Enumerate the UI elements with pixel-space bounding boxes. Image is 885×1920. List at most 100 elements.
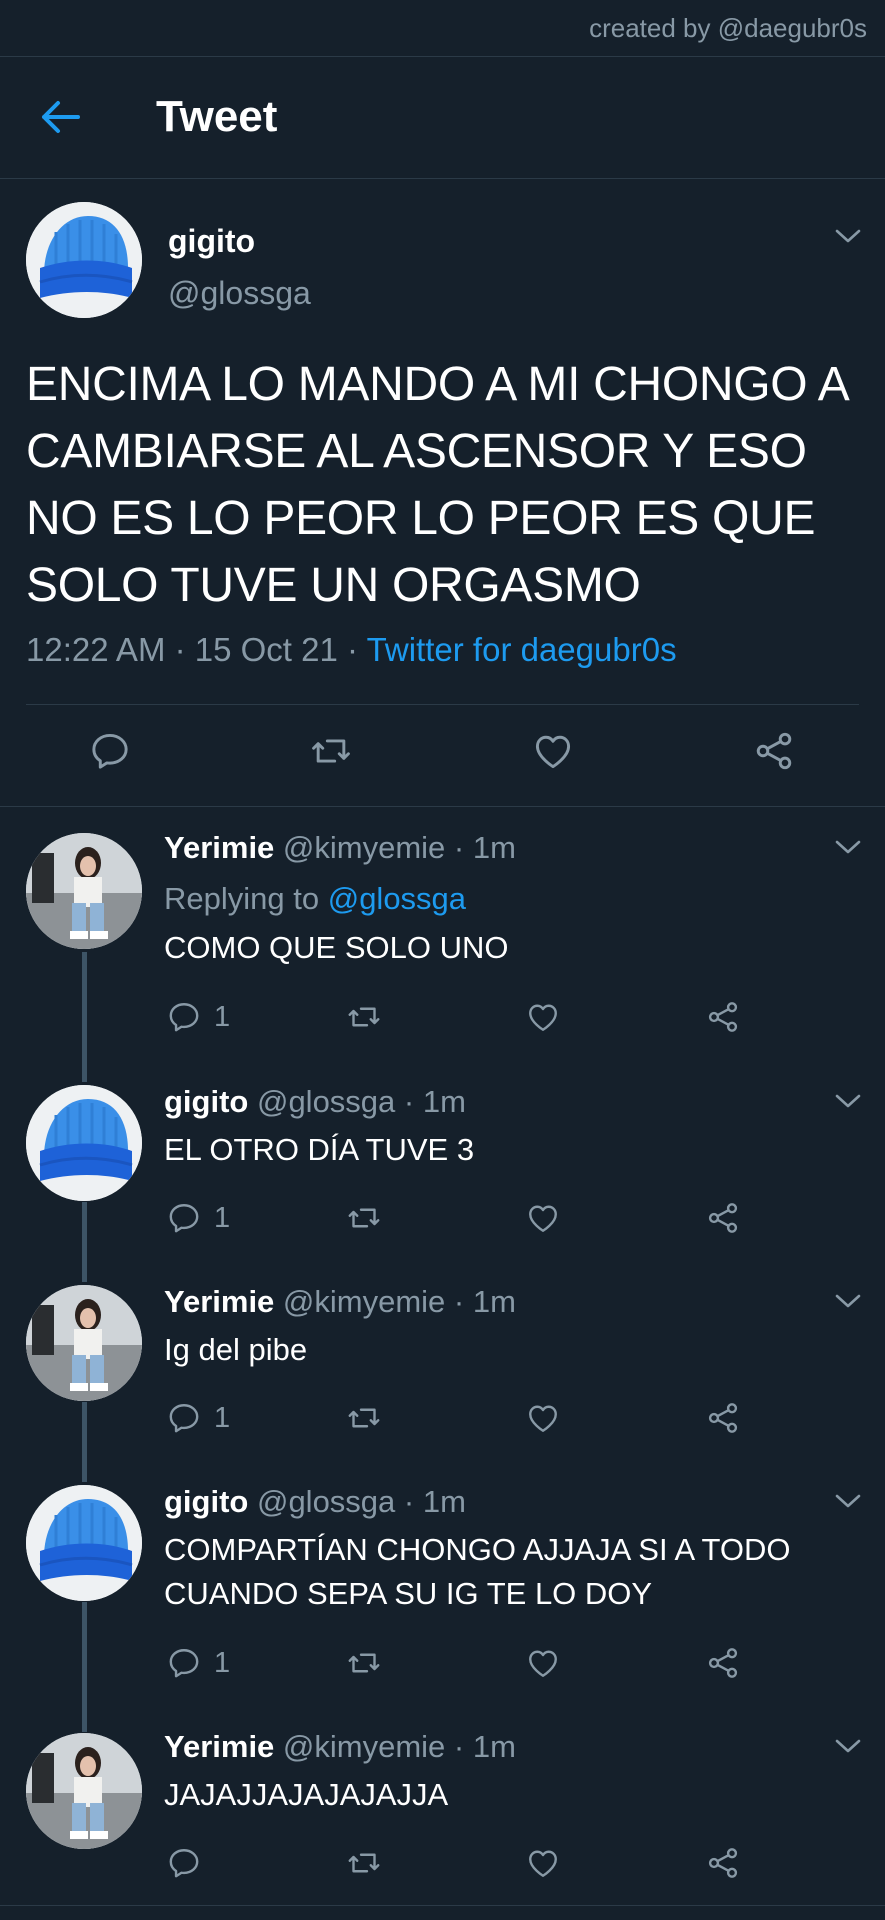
author-name[interactable]: Yerimie — [164, 830, 274, 865]
divider — [0, 1905, 885, 1906]
like-button[interactable] — [525, 1843, 561, 1883]
author-handle-time[interactable]: @kimyemie · 1m — [274, 1284, 516, 1319]
share-button[interactable] — [705, 997, 741, 1037]
avatar[interactable] — [26, 202, 142, 318]
thread-line — [82, 1602, 87, 1732]
author-handle-time[interactable]: @kimyemie · 1m — [274, 830, 516, 865]
like-icon — [525, 1200, 561, 1236]
reply-text: Ig del pibe — [164, 1332, 308, 1367]
main-tweet: gigito @glossga ENCIMA LO MANDO A MI CHO… — [0, 179, 885, 807]
reply-header: Yerimie @kimyemie · 1m — [164, 1729, 516, 1765]
author-handle-time[interactable]: @glossga · 1m — [248, 1084, 466, 1119]
thread-line — [82, 1202, 87, 1282]
retweet-button[interactable] — [346, 997, 382, 1037]
retweet-icon[interactable] — [309, 729, 353, 773]
reply-count: 1 — [214, 1646, 231, 1679]
divider — [26, 704, 859, 705]
retweet-button[interactable] — [346, 1843, 382, 1883]
thread-line — [82, 952, 87, 1082]
beanie-avatar-image — [26, 1085, 142, 1201]
credit-banner: created by @daegubr0s — [0, 0, 885, 57]
like-icon[interactable] — [531, 729, 575, 773]
reply-header: gigito @glossga · 1m — [164, 1084, 466, 1120]
reply-count: 1 — [214, 1401, 231, 1434]
chevron-down-icon[interactable] — [834, 1492, 862, 1510]
beanie-avatar-image — [26, 202, 142, 318]
reply-count: 1 — [214, 1201, 231, 1234]
avatar[interactable] — [26, 833, 142, 949]
retweet-icon — [346, 1200, 382, 1236]
tweet-source-link[interactable]: Twitter for daegubr0s — [367, 631, 677, 668]
retweet-icon — [346, 1400, 382, 1436]
author-name[interactable]: gigito — [164, 1484, 248, 1519]
share-icon — [705, 1400, 741, 1436]
author-name[interactable]: gigito — [168, 223, 255, 260]
author-handle[interactable]: @glossga — [168, 275, 311, 312]
replying-to-label: Replying to — [164, 881, 328, 916]
share-icon — [705, 1645, 741, 1681]
reply-text: EL OTRO DÍA TUVE 3 — [164, 1132, 475, 1167]
author-handle-time[interactable]: @glossga · 1m — [248, 1484, 466, 1519]
reply-icon — [166, 999, 202, 1035]
share-button[interactable] — [705, 1198, 741, 1238]
reply-icon — [166, 1200, 202, 1236]
reply-icon[interactable] — [88, 729, 132, 773]
chevron-down-icon[interactable] — [834, 227, 862, 245]
girl-avatar-image — [26, 1733, 142, 1849]
avatar[interactable] — [26, 1485, 142, 1601]
share-icon — [705, 999, 741, 1035]
author-name[interactable]: Yerimie — [164, 1284, 274, 1319]
share-button[interactable] — [705, 1843, 741, 1883]
like-button[interactable] — [525, 1643, 561, 1683]
reply-header: Yerimie @kimyemie · 1m — [164, 830, 516, 866]
chevron-down-icon[interactable] — [834, 1737, 862, 1755]
replying-to-line: Replying to @glossga — [164, 881, 466, 917]
retweet-button[interactable] — [346, 1198, 382, 1238]
like-icon — [525, 1645, 561, 1681]
reply-header: gigito @glossga · 1m — [164, 1484, 466, 1520]
back-arrow-icon[interactable] — [38, 97, 82, 137]
share-icon — [705, 1845, 741, 1881]
like-icon — [525, 1400, 561, 1436]
reply-icon — [166, 1400, 202, 1436]
tweet-text: ENCIMA LO MANDO A MI CHONGO A CAMBIARSE … — [26, 358, 847, 612]
like-button[interactable] — [525, 1198, 561, 1238]
avatar[interactable] — [26, 1285, 142, 1401]
chevron-down-icon[interactable] — [834, 838, 862, 856]
retweet-button[interactable] — [346, 1643, 382, 1683]
like-icon — [525, 999, 561, 1035]
author-handle-time[interactable]: @kimyemie · 1m — [274, 1729, 516, 1764]
author-name[interactable]: Yerimie — [164, 1729, 274, 1764]
share-icon — [705, 1200, 741, 1236]
avatar[interactable] — [26, 1733, 142, 1849]
reply-button[interactable]: 1 — [166, 1398, 230, 1438]
like-icon — [525, 1845, 561, 1881]
chevron-down-icon[interactable] — [834, 1092, 862, 1110]
thread-line — [82, 1402, 87, 1482]
credit-text: created by @daegubr0s — [589, 12, 867, 43]
reply-text: JAJAJJAJAJAJAJJA — [164, 1777, 449, 1812]
retweet-icon — [346, 1645, 382, 1681]
chevron-down-icon[interactable] — [834, 1292, 862, 1310]
beanie-avatar-image — [26, 1485, 142, 1601]
share-icon[interactable] — [752, 729, 796, 773]
reply-button[interactable]: 1 — [166, 997, 230, 1037]
reply-button[interactable]: 1 — [166, 1198, 230, 1238]
share-button[interactable] — [705, 1643, 741, 1683]
reply-header: Yerimie @kimyemie · 1m — [164, 1284, 516, 1320]
reply-button[interactable] — [166, 1843, 214, 1883]
share-button[interactable] — [705, 1398, 741, 1438]
reply-button[interactable]: 1 — [166, 1643, 230, 1683]
tweet-time-date: 12:22 AM · 15 Oct 21 · — [26, 631, 367, 668]
reply-count: 1 — [214, 1000, 231, 1033]
retweet-button[interactable] — [346, 1398, 382, 1438]
like-button[interactable] — [525, 1398, 561, 1438]
top-bar: Tweet — [0, 57, 885, 179]
mention-link[interactable]: @glossga — [328, 881, 466, 916]
like-button[interactable] — [525, 997, 561, 1037]
page-title: Tweet — [156, 92, 278, 141]
tweet-meta: 12:22 AM · 15 Oct 21 · Twitter for daegu… — [26, 631, 677, 669]
avatar[interactable] — [26, 1085, 142, 1201]
author-name[interactable]: gigito — [164, 1084, 248, 1119]
reply-text: COMO QUE SOLO UNO — [164, 930, 509, 965]
